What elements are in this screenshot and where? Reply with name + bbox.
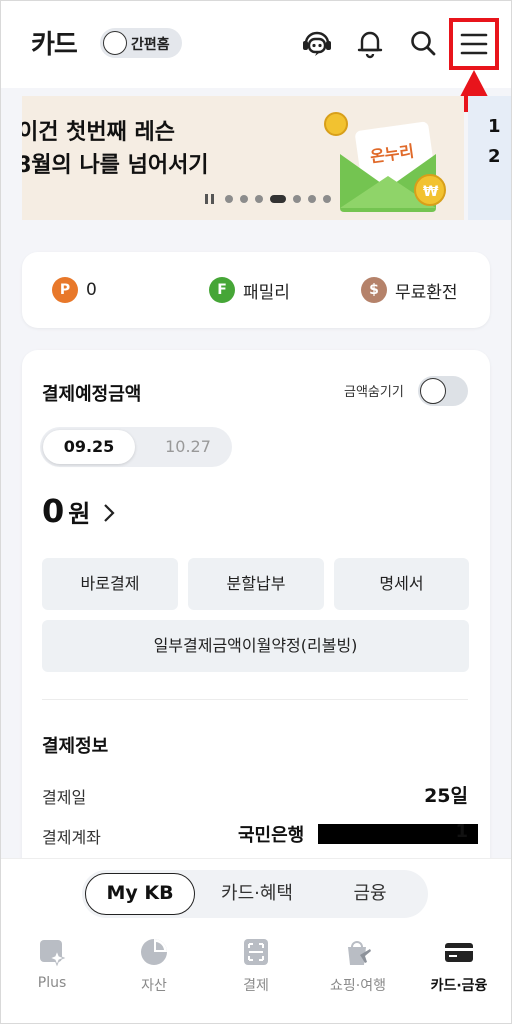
carousel-dot[interactable] [323,195,331,203]
toggle-knob [103,31,127,55]
payment-date-value: 25일 [424,785,468,807]
simple-home-label: 간편홈 [131,37,170,53]
carousel-dot[interactable] [308,195,316,203]
segment-my-kb[interactable]: My KB [85,873,195,915]
page-title: 카드 [31,30,78,60]
payment-info-title: 결제정보 [42,736,109,757]
statement-button[interactable]: 명세서 [334,558,469,610]
carousel-dot[interactable] [240,195,248,203]
point-item[interactable]: P 0 [52,276,97,304]
pie-chart-icon [141,939,167,965]
free-exchange-item[interactable]: $ 무료환전 [361,276,458,304]
family-label: 패밀리 [243,282,290,303]
family-item[interactable]: F 패밀리 [209,276,290,304]
amount-number: 0 [42,492,65,530]
tab-label: 결제 [243,978,269,994]
tab-payment[interactable]: 결제 [211,935,301,999]
tab-assets[interactable]: 자산 [109,935,199,999]
banner-line-2: 8월의 나를 넘어서기 [22,153,209,178]
hamburger-menu-icon[interactable] [457,27,491,61]
credit-card-icon [445,943,473,962]
revolving-button[interactable]: 일부결제금액이월약정(리볼빙) [42,620,469,672]
payment-account-label: 결제계좌 [42,828,101,847]
payment-title: 결제예정금액 [42,384,142,405]
scan-pay-icon [244,939,268,965]
plus-sparkle-icon [40,940,66,967]
divider [42,699,468,700]
point-badge-icon: P [52,277,78,303]
tab-label: 쇼핑·여행 [330,978,386,994]
installment-button[interactable]: 분할납부 [188,558,324,610]
shopping-bag-plane-icon [348,941,371,965]
free-exchange-label: 무료환전 [395,282,458,303]
banner-line-1: 이건 첫번째 레슨 [22,120,175,145]
tab-label: Plus [37,975,67,991]
hide-amount-label: 금액숨기기 [344,385,404,400]
tab-shopping-travel[interactable]: 쇼핑·여행 [313,935,403,999]
tab-label: 자산 [141,978,167,994]
payment-amount[interactable]: 0 원 [42,492,116,530]
payment-card: 결제예정금액 금액숨기기 09.25 10.27 0 원 바로결제 분할납부 명… [22,350,490,910]
toggle-knob [420,378,446,404]
carousel-dot[interactable] [225,195,233,203]
tab-plus[interactable]: Plus [7,935,97,999]
pay-now-button[interactable]: 바로결제 [42,558,178,610]
segment-finance[interactable]: 금융 [320,873,420,915]
svg-text:₩: ₩ [423,184,439,200]
chevron-right-icon [104,504,115,522]
bottom-navigation: My KB 카드·혜택 금융 Plus 자산 결제 쇼핑·여행 카드·금융 [0,858,512,1024]
carousel-dot[interactable] [293,195,301,203]
hide-amount-toggle[interactable] [418,376,468,406]
next-banner-peek[interactable]: 1 2 [468,96,512,220]
date-tab[interactable]: 10.27 [150,430,226,464]
chatbot-icon[interactable] [300,26,334,60]
segment-card-benefit[interactable]: 카드·혜택 [202,873,312,915]
gift-envelope-icon: 온누리 ₩ [324,112,446,212]
date-tab-selected[interactable]: 09.25 [43,430,135,464]
point-balance: 0 [86,280,97,300]
tab-card-finance[interactable]: 카드·금융 [414,935,504,999]
next-banner-char-2: 2 [488,146,501,167]
amount-unit: 원 [68,500,91,528]
payment-account-row: 결제계좌 국민은행 1 [42,820,478,848]
pause-icon[interactable] [205,194,215,204]
payment-date-label: 결제일 [42,788,87,807]
search-icon[interactable] [406,26,440,60]
bank-name: 국민은행 [238,825,305,846]
section-switcher: My KB 카드·혜택 금융 [82,870,428,918]
points-card: P 0 F 패밀리 $ 무료환전 [22,252,490,328]
carousel-dot[interactable] [255,195,263,203]
redacted-account-number [318,824,478,844]
promo-banner[interactable]: 이건 첫번째 레슨 8월의 나를 넘어서기 온누리 ₩ [22,96,464,220]
top-header: 카드 간편홈 [0,0,512,88]
next-banner-char-1: 1 [488,116,501,137]
account-tail-digit: 1 [455,821,468,842]
simple-home-toggle[interactable]: 간편홈 [100,28,182,58]
payment-date-selector: 09.25 10.27 [40,427,232,467]
dollar-badge-icon: $ [361,277,387,303]
tab-label: 카드·금융 [430,978,488,994]
carousel-dot-active[interactable] [270,195,286,203]
family-badge-icon: F [209,277,235,303]
bell-icon[interactable] [353,26,387,60]
payment-date-row: 결제일 25일 [42,780,468,808]
